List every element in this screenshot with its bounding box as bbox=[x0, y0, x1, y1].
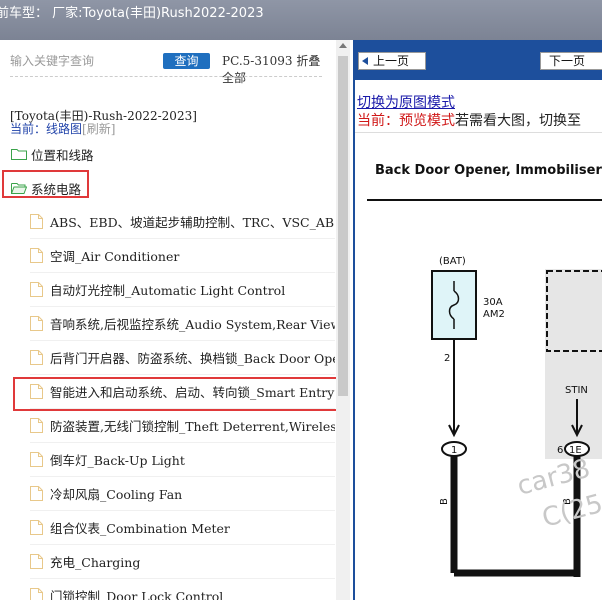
tree-item-label: ABS、EBD、坡道起步辅助控制、TRC、VSC_ABS bbox=[50, 215, 335, 230]
current-view-line: 当前：线路图[刷新] bbox=[10, 123, 115, 136]
tree-item-label: 组合仪表_Combination Meter bbox=[50, 521, 230, 536]
document-icon bbox=[30, 248, 43, 263]
document-icon bbox=[30, 554, 43, 569]
document-icon bbox=[30, 350, 43, 365]
bat-label: (BAT) bbox=[439, 256, 466, 267]
arrow-left-icon bbox=[362, 57, 368, 65]
tree-item-label: 门锁控制_Door Lock Control bbox=[50, 589, 224, 600]
divider bbox=[10, 76, 322, 77]
wiring-diagram[interactable]: Back Door Opener, Immobiliser S (BAT) 30… bbox=[355, 132, 602, 600]
tree-folder-label: 位置和线路 bbox=[31, 147, 94, 163]
watermark-text: C(25 bbox=[539, 489, 602, 534]
tree-item-label: 倒车灯_Back-Up Light bbox=[50, 453, 185, 468]
tree-item[interactable]: 倒车灯_Back-Up Light bbox=[30, 443, 335, 477]
document-icon bbox=[30, 316, 43, 331]
ecu-shaded-area bbox=[545, 269, 602, 459]
tree-item-label: 冷却风扇_Cooling Fan bbox=[50, 487, 183, 502]
pc-collapse-label[interactable]: PC.5-31093 折叠全部 bbox=[222, 52, 330, 86]
tree-item-label: 自动灯光控制_Automatic Light Control bbox=[50, 283, 286, 298]
document-icon bbox=[30, 214, 43, 229]
tree-item[interactable]: 空调_Air Conditioner bbox=[30, 239, 335, 273]
fuse-rating: 30A bbox=[483, 297, 503, 308]
scroll-up-arrow-icon[interactable] bbox=[339, 43, 347, 48]
fuse-name: AM2 bbox=[483, 309, 505, 320]
next-page-button[interactable]: 下一页 bbox=[540, 52, 602, 70]
refresh-link[interactable]: [刷新] bbox=[82, 122, 115, 136]
connector-left-label: 1 bbox=[451, 445, 457, 456]
viewer-nav-bar: 上一页 下一页 bbox=[355, 40, 602, 80]
tree-item[interactable]: 后背门开启器、防盗系统、换档锁_Back Door Ope bbox=[30, 341, 335, 375]
next-page-label: 下一页 bbox=[549, 54, 586, 68]
tree-item[interactable]: ABS、EBD、坡道起步辅助控制、TRC、VSC_ABS bbox=[30, 205, 335, 239]
tree-item[interactable]: 组合仪表_Combination Meter bbox=[30, 511, 335, 545]
wire-color-left: B bbox=[439, 498, 450, 505]
tree-item[interactable]: 防盗装置,无线门锁控制_Theft Deterrent,Wireless Do bbox=[30, 409, 335, 443]
tree-item-label: 音响系统,后视监控系统_Audio System,Rear View M bbox=[50, 317, 335, 332]
diagram-viewer-panel: 上一页 下一页 切换为原图模式 当前：预览模式若需看大图，切换至 Back Do… bbox=[353, 40, 602, 600]
pin-left: 2 bbox=[444, 353, 450, 364]
prev-page-button[interactable]: 上一页 bbox=[358, 52, 426, 70]
vehicle-model-text: 前车型： 厂家:Toyota(丰田)Rush2022-2023 bbox=[0, 6, 264, 21]
item-highlight-box bbox=[13, 377, 342, 411]
tree-item[interactable]: 门锁控制_Door Lock Control bbox=[30, 579, 335, 600]
folder-icon bbox=[11, 149, 27, 160]
left-panel-scrollbar[interactable] bbox=[336, 40, 350, 600]
tree-item-label: 防盗装置,无线门锁控制_Theft Deterrent,Wireless Do bbox=[50, 419, 335, 434]
search-button[interactable]: 查询 bbox=[163, 53, 210, 69]
mode-status-prefix: 当前：预览模式 bbox=[357, 113, 455, 129]
search-input[interactable] bbox=[10, 50, 150, 72]
top-header-bar: 前车型： 厂家:Toyota(丰田)Rush2022-2023 bbox=[0, 0, 602, 40]
prev-page-label: 上一页 bbox=[373, 54, 410, 68]
current-view-label: 当前：线路图 bbox=[10, 122, 83, 136]
wiring-diagram-svg: (BAT) 30A AM2 2 1 B B STIN 1E 6 car38 C(… bbox=[431, 256, 602, 577]
pin-right: 6 bbox=[557, 445, 563, 456]
search-row: 查询 PC.5-31093 折叠全部 bbox=[10, 50, 330, 85]
switch-original-mode-link[interactable]: 切换为原图模式 bbox=[357, 92, 455, 112]
document-icon bbox=[30, 418, 43, 433]
tree-item[interactable]: 充电_Charging bbox=[30, 545, 335, 579]
tree-item-label: 空调_Air Conditioner bbox=[50, 249, 180, 264]
tree-item-label: 后背门开启器、防盗系统、换档锁_Back Door Ope bbox=[50, 351, 335, 366]
document-icon bbox=[30, 282, 43, 297]
document-icon bbox=[30, 520, 43, 535]
stin-label: STIN bbox=[565, 385, 588, 396]
scrollbar-thumb[interactable] bbox=[338, 56, 348, 396]
tree-folder-location-wiring[interactable]: 位置和线路 bbox=[11, 137, 94, 171]
document-icon bbox=[30, 486, 43, 501]
mode-status-suffix: 若需看大图，切换至 bbox=[455, 113, 581, 129]
mode-status-line: 当前：预览模式若需看大图，切换至 bbox=[357, 110, 581, 130]
left-navigation-panel: 查询 PC.5-31093 折叠全部 [Toyota(丰田)-Rush-2022… bbox=[0, 40, 352, 600]
tree-item-label: 充电_Charging bbox=[50, 555, 141, 570]
document-icon bbox=[30, 452, 43, 467]
tree-item[interactable]: 冷却风扇_Cooling Fan bbox=[30, 477, 335, 511]
folder-highlight-box bbox=[2, 170, 89, 198]
document-icon bbox=[30, 588, 43, 600]
tree-item[interactable]: 音响系统,后视监控系统_Audio System,Rear View M bbox=[30, 307, 335, 341]
tree-item[interactable]: 自动灯光控制_Automatic Light Control bbox=[30, 273, 335, 307]
